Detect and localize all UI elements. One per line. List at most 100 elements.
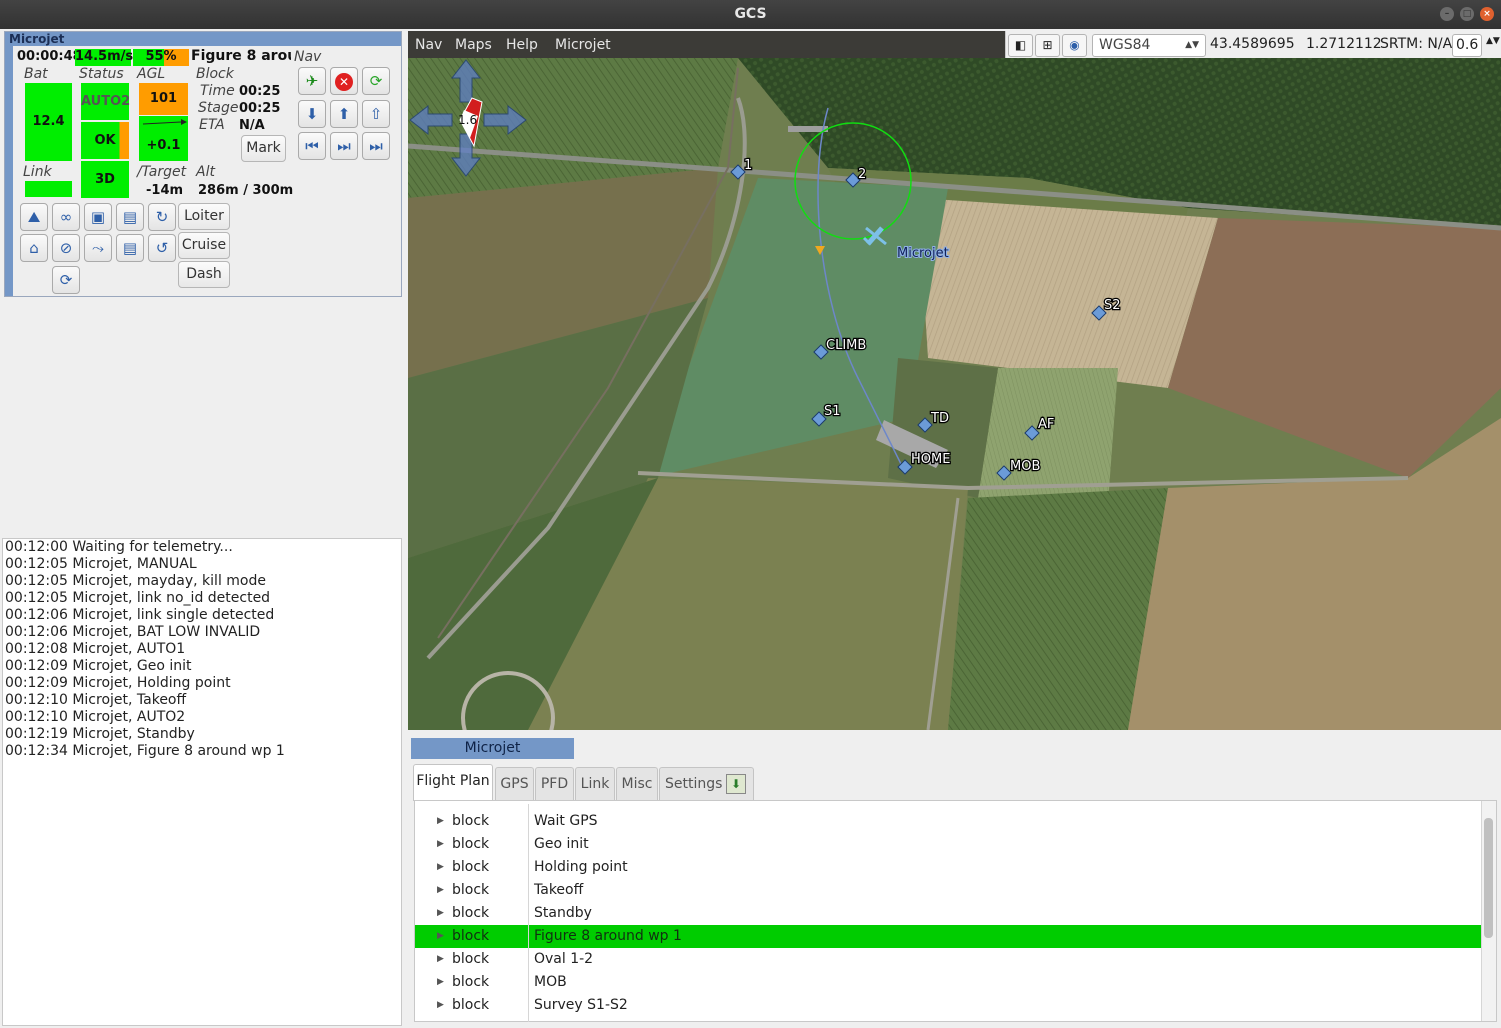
figure8-icon[interactable]: ∞ [52, 203, 80, 231]
dash-button[interactable]: Dash [178, 261, 230, 288]
waypoint-label: AF [1038, 417, 1054, 432]
stage-time: 00:25 [239, 101, 281, 116]
tree-header-partial: blocks [415, 801, 1482, 809]
zoom-value: 0.6 [1456, 37, 1479, 53]
next-block-icon[interactable]: ⏭ [362, 132, 390, 160]
home-icon[interactable]: ⌂ [20, 234, 48, 262]
survey-icon[interactable]: ▣ [84, 203, 112, 231]
kill-icon[interactable]: ✕ [330, 67, 358, 95]
takeoff-icon[interactable]: ✈ [298, 67, 326, 95]
agl-value: 101 [139, 83, 188, 115]
menu-help[interactable]: Help [506, 37, 538, 53]
block-row-selected[interactable]: ▶ block Figure 8 around wp 1 [415, 925, 1482, 948]
column-divider [528, 804, 529, 1022]
fit-view-icon[interactable]: ⊞ [1035, 34, 1060, 57]
console-line: 00:12:05 Microjet, MANUAL [5, 556, 197, 572]
projection-select[interactable]: WGS84 ▲▼ [1092, 34, 1206, 57]
block-row[interactable]: ▶ block Geo init [415, 833, 1482, 856]
loiter-button[interactable]: Loiter [178, 203, 230, 230]
console-line: 00:12:19 Microjet, Standby [5, 726, 195, 742]
console-line: 00:12:08 Microjet, AUTO1 [5, 641, 186, 657]
expander-icon[interactable]: ▶ [437, 810, 444, 833]
field [978, 368, 1118, 503]
restart-block-icon[interactable]: ⏭ [330, 132, 358, 160]
globe-icon[interactable]: ◉ [1062, 34, 1087, 57]
maximize-icon[interactable]: □ [1460, 7, 1474, 21]
previous-block-icon[interactable]: ⏮ [298, 132, 326, 160]
tab-settings[interactable]: Settings ⬇ [659, 767, 754, 800]
expander-icon[interactable]: ▶ [437, 833, 444, 856]
row-type: block [452, 836, 490, 852]
row-type: block [452, 813, 490, 829]
row-name: Holding point [534, 859, 628, 875]
zoom-input[interactable]: 0.6 [1452, 34, 1482, 57]
row-name: Survey S1-S2 [534, 997, 628, 1013]
layer-toggle-icon[interactable]: ◧ [1008, 34, 1033, 57]
tab-gps[interactable]: GPS [495, 767, 534, 800]
expander-icon[interactable]: ▶ [437, 879, 444, 902]
ap-mode: AUTO2 [81, 83, 130, 120]
waypoint-label: CLIMB [826, 338, 866, 353]
tab-flight-plan[interactable]: Flight Plan [413, 764, 493, 801]
menu-nav[interactable]: Nav [415, 37, 442, 53]
window-title-bar: GCS – □ × [0, 0, 1501, 29]
block-row[interactable]: ▶ block Oval 1-2 [415, 948, 1482, 971]
tab-link[interactable]: Link [575, 767, 615, 800]
block-row[interactable]: ▶ block Survey S1-S2 [415, 994, 1482, 1017]
aircraft-strip: Microjet 00:00:48 14.5m/s 55% Figure 8 a… [4, 31, 402, 297]
nav-label: Nav [294, 49, 322, 65]
circle-cw-icon[interactable]: ↻ [148, 203, 176, 231]
block-row[interactable]: ▶ block Wait GPS [415, 810, 1482, 833]
standby-icon[interactable]: ▤ [116, 203, 144, 231]
block-row[interactable]: ▶ block Standby [415, 902, 1482, 925]
map-canvas[interactable]: 1 2 S2 CLIMB S1 TD AF HOME MOB Microjet … [408, 58, 1501, 730]
minimize-icon[interactable]: – [1440, 7, 1454, 21]
stage-label: Stage [198, 100, 239, 116]
expander-icon[interactable]: ▶ [437, 925, 444, 948]
oval-icon[interactable]: ⊘ [52, 234, 80, 262]
tree-scrollbar-thumb[interactable] [1484, 818, 1493, 938]
route-icon[interactable]: ⤳ [84, 234, 112, 262]
zoom-spin-icon[interactable]: ▲▼ [1486, 36, 1500, 46]
satellite-map[interactable]: 1 2 S2 CLIMB S1 TD AF HOME MOB Microjet … [408, 58, 1501, 730]
up-fast-arrow-icon[interactable]: ⇧ [362, 100, 390, 128]
launch-icon[interactable]: ⛰ [20, 203, 48, 231]
message-console[interactable]: 00:12:00 Waiting for telemetry... 00:12:… [2, 538, 402, 1026]
block-row[interactable]: ▶ block MOB [415, 971, 1482, 994]
menu-maps[interactable]: Maps [455, 37, 492, 53]
refresh-icon[interactable]: ⟳ [52, 266, 80, 294]
projection-value: WGS84 [1099, 37, 1151, 53]
block-row[interactable]: ▶ block Holding point [415, 856, 1482, 879]
menu-microjet[interactable]: Microjet [555, 37, 611, 53]
flight-plan-tree[interactable]: blocks ▶ block Wait GPS ▶ block Geo init ▶ bl… [414, 800, 1497, 1022]
resurrect-icon[interactable]: ⟳ [362, 67, 390, 95]
expander-icon[interactable]: ▶ [437, 994, 444, 1017]
tab-pfd[interactable]: PFD [535, 767, 574, 800]
down-arrow-icon[interactable]: ⬇ [298, 100, 326, 128]
expander-icon[interactable]: ▶ [437, 856, 444, 879]
console-line: 00:12:05 Microjet, link no_id detected [5, 590, 271, 606]
waypoint-label: HOME [911, 452, 950, 467]
cruise-button[interactable]: Cruise [178, 232, 230, 259]
tab-misc[interactable]: Misc [616, 767, 658, 800]
download-icon[interactable]: ⬇ [726, 774, 746, 794]
bat-label: Bat [24, 66, 48, 82]
expander-icon[interactable]: ▶ [437, 971, 444, 994]
expander-icon[interactable]: ▶ [437, 948, 444, 971]
close-icon[interactable]: × [1480, 7, 1494, 21]
current-block-name: Figure 8 arour [191, 48, 291, 64]
longitude-readout: 1.2712112 [1306, 36, 1382, 52]
block-row[interactable]: ▶ block Takeoff [415, 879, 1482, 902]
row-type: block [452, 905, 490, 921]
aircraft-tab[interactable]: Microjet [411, 738, 574, 759]
mark-button[interactable]: Mark [241, 135, 286, 162]
mob-icon[interactable]: ▤ [116, 234, 144, 262]
target-alt-diff: -14m [146, 183, 184, 198]
rc-status: OK [81, 122, 129, 159]
row-type: block [452, 859, 490, 875]
battery-gauge: 12.4 [25, 83, 72, 161]
alt-label: Alt [196, 164, 215, 180]
expander-icon[interactable]: ▶ [437, 902, 444, 925]
circle-ccw-icon[interactable]: ↺ [148, 234, 176, 262]
up-arrow-icon[interactable]: ⬆ [330, 100, 358, 128]
